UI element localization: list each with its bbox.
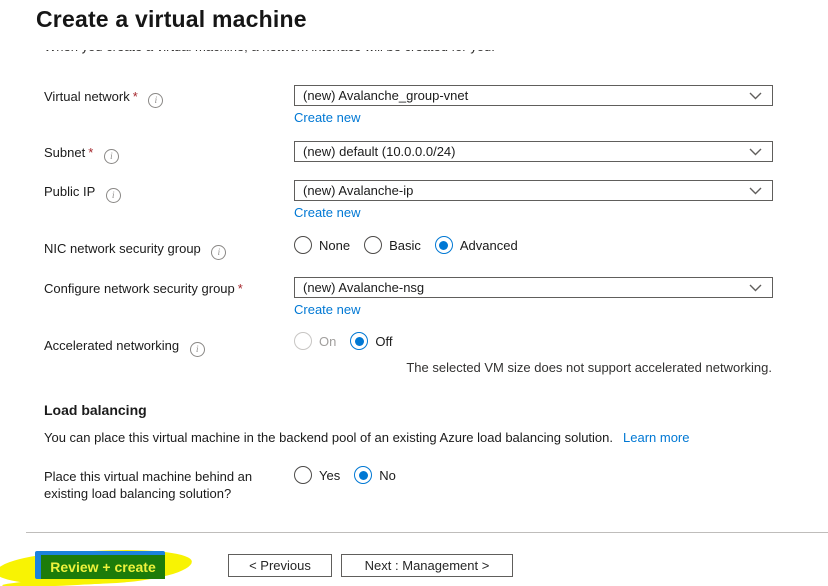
previous-button[interactable]: < Previous <box>228 554 332 577</box>
radio-option-none[interactable]: None <box>294 236 350 254</box>
configure-nsg-label: Configure network security group * <box>44 281 243 296</box>
radio-none-icon <box>294 236 312 254</box>
subnet-value: (new) default (10.0.0.0/24) <box>303 144 456 159</box>
info-icon[interactable]: i <box>103 149 119 164</box>
load-balancing-description: You can place this virtual machine in th… <box>44 430 690 445</box>
configure-nsg-dropdown[interactable]: (new) Avalanche-nsg <box>294 277 773 298</box>
radio-advanced-selected-icon <box>434 236 453 254</box>
info-icon[interactable]: i <box>189 342 205 357</box>
chevron-down-icon <box>749 92 762 100</box>
footer-divider <box>26 532 828 533</box>
clipped-description-line: When you create a virtual machine, a net… <box>44 50 744 60</box>
radio-option-no[interactable]: No <box>354 466 396 484</box>
info-icon[interactable]: i <box>105 188 121 203</box>
radio-yes-icon <box>294 466 312 484</box>
public-ip-value: (new) Avalanche-ip <box>303 183 414 198</box>
virtual-network-value: (new) Avalanche_group-vnet <box>303 88 469 103</box>
configure-nsg-create-new-link[interactable]: Create new <box>294 302 360 317</box>
learn-more-link[interactable]: Learn more <box>623 430 689 445</box>
create-vm-page: Create a virtual machine When you create… <box>0 0 828 586</box>
next-management-button[interactable]: Next : Management > <box>341 554 513 577</box>
radio-on-disabled-icon <box>294 332 312 350</box>
load-balancing-heading: Load balancing <box>44 402 147 418</box>
place-behind-lb-label: Place this virtual machine behind an exi… <box>44 469 253 501</box>
public-ip-create-new-link[interactable]: Create new <box>294 205 360 220</box>
accelerated-networking-note: The selected VM size does not support ac… <box>406 360 772 375</box>
required-asterisk: * <box>132 89 138 104</box>
chevron-down-icon <box>749 148 762 156</box>
radio-option-advanced[interactable]: Advanced <box>434 236 518 254</box>
virtual-network-create-new-link[interactable]: Create new <box>294 110 360 125</box>
radio-option-basic[interactable]: Basic <box>364 236 421 254</box>
required-asterisk: * <box>237 281 243 296</box>
page-title: Create a virtual machine <box>36 6 307 32</box>
accelerated-networking-radio-group: On Off <box>294 332 392 350</box>
virtual-network-dropdown[interactable]: (new) Avalanche_group-vnet <box>294 85 773 106</box>
place-behind-lb-radio-group: Yes No <box>294 466 396 484</box>
nic-nsg-label: NIC network security group i <box>44 241 227 260</box>
radio-basic-icon <box>364 236 383 254</box>
virtual-network-label: Virtual network * i <box>44 89 164 108</box>
required-asterisk: * <box>88 145 94 160</box>
radio-option-off[interactable]: Off <box>350 332 392 350</box>
chevron-down-icon <box>749 187 762 195</box>
radio-option-yes[interactable]: Yes <box>294 466 340 484</box>
radio-off-selected-icon <box>350 332 369 350</box>
radio-option-on-disabled: On <box>294 332 336 350</box>
subnet-label: Subnet * i <box>44 145 119 164</box>
public-ip-label: Public IP i <box>44 184 121 203</box>
info-icon[interactable]: i <box>148 93 164 108</box>
public-ip-dropdown[interactable]: (new) Avalanche-ip <box>294 180 773 201</box>
radio-no-selected-icon <box>354 466 373 484</box>
nic-nsg-radio-group: None Basic Advanced <box>294 236 518 254</box>
configure-nsg-value: (new) Avalanche-nsg <box>303 280 425 295</box>
accelerated-networking-label: Accelerated networking i <box>44 338 205 357</box>
chevron-down-icon <box>749 284 762 292</box>
review-create-button[interactable]: Review + create <box>41 555 165 579</box>
info-icon[interactable]: i <box>211 245 227 260</box>
subnet-dropdown[interactable]: (new) default (10.0.0.0/24) <box>294 141 773 162</box>
